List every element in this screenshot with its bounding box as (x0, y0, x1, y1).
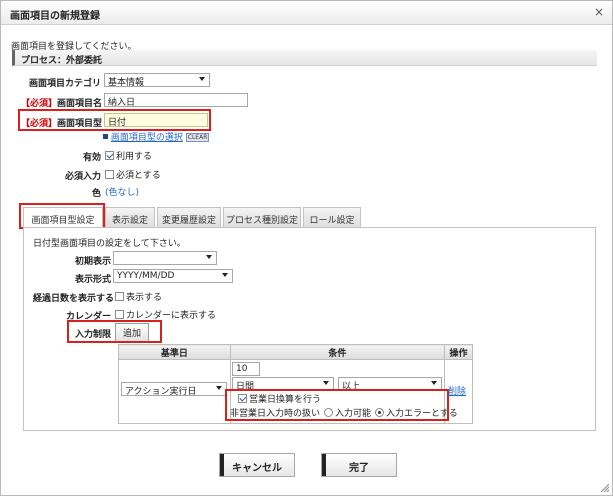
done-button[interactable]: 完了 (321, 453, 397, 477)
panel-description: 日付型画面項目の設定をして下さい。 (33, 239, 186, 249)
required-input-label: 必須入力 (64, 172, 101, 182)
chevron-down-icon (222, 273, 228, 277)
chevron-down-icon (431, 381, 437, 385)
base-date-value: アクション実行日 (125, 387, 197, 397)
clear-button[interactable]: CLEAR (185, 133, 210, 142)
initial-display-select[interactable] (113, 251, 217, 265)
format-select[interactable]: YYYY/MM/DD (113, 269, 233, 283)
dialog-title: 画面項目の新規登録 (10, 11, 100, 22)
elapsed-days-checkbox[interactable] (115, 292, 124, 301)
required-checkbox[interactable] (105, 170, 114, 179)
close-icon[interactable]: × (594, 5, 604, 19)
required-checkbox-label: 必須とする (116, 171, 161, 181)
chevron-down-icon (216, 386, 222, 390)
highlight-box-tab (19, 203, 105, 229)
column-header-base-date: 基準日 (118, 344, 231, 360)
highlight-box-limit (67, 320, 162, 343)
highlight-box-condition (225, 389, 449, 421)
color-link[interactable]: (色なし) (105, 185, 139, 198)
type-select-row: 画面項目型の選択 CLEAR (103, 130, 210, 143)
highlight-box-type (18, 109, 211, 131)
format-label: 表示形式 (74, 275, 111, 285)
elapsed-days-label: 経過日数を表示する (33, 294, 115, 304)
type-select-link[interactable]: 画面項目型の選択 (111, 133, 183, 143)
process-section-header: プロセス：外部委託 (12, 50, 597, 66)
base-date-select[interactable]: アクション実行日 (121, 382, 227, 397)
days-number-input[interactable]: 10 (232, 362, 260, 376)
tab-display-settings[interactable]: 表示設定 (105, 207, 155, 227)
item-name-input[interactable]: 納入日 (104, 93, 248, 108)
color-label: 色 (91, 189, 101, 199)
chevron-down-icon (323, 381, 329, 385)
cancel-button[interactable]: キャンセル (219, 453, 295, 477)
name-label: 【必須】画面項目名 (21, 96, 102, 109)
initial-display-label: 初期表示 (74, 257, 111, 267)
required-mark: 【必須】 (21, 99, 58, 109)
category-label: 画面項目カテゴリ (28, 79, 101, 89)
required-checkbox-row[interactable]: 必須とする (105, 168, 161, 181)
enabled-checkbox[interactable] (105, 151, 114, 160)
category-select[interactable]: 基本情報 (104, 73, 210, 88)
category-value: 基本情報 (108, 78, 145, 88)
tab-process-type-settings[interactable]: プロセス種別設定 (223, 207, 301, 227)
enabled-checkbox-label: 利用する (116, 152, 153, 162)
elapsed-days-checkbox-row[interactable]: 表示する (115, 290, 162, 303)
delete-link[interactable]: 削除 (448, 384, 466, 397)
tab-role-settings[interactable]: ロール設定 (303, 207, 361, 227)
enabled-label: 有効 (82, 153, 101, 163)
chevron-down-icon (199, 77, 205, 81)
dialog: 画面項目の新規登録 × 画面項目を登録してください。 プロセス：外部委託 画面項… (0, 0, 613, 496)
format-value: YYYY/MM/DD (117, 271, 175, 281)
elapsed-days-checkbox-label: 表示する (126, 293, 163, 303)
bullet-icon (103, 134, 108, 139)
chevron-down-icon (206, 255, 212, 259)
calendar-checkbox[interactable] (115, 310, 124, 319)
enabled-checkbox-row[interactable]: 利用する (105, 149, 152, 162)
title-bar: 画面項目の新規登録 × (1, 1, 612, 25)
tab-change-history-settings[interactable]: 変更履歴設定 (157, 207, 221, 227)
column-header-condition: 条件 (229, 344, 446, 360)
name-label-text: 画面項目名 (57, 99, 103, 109)
column-header-operation: 操作 (444, 344, 473, 360)
resize-grip-icon[interactable] (601, 484, 609, 492)
